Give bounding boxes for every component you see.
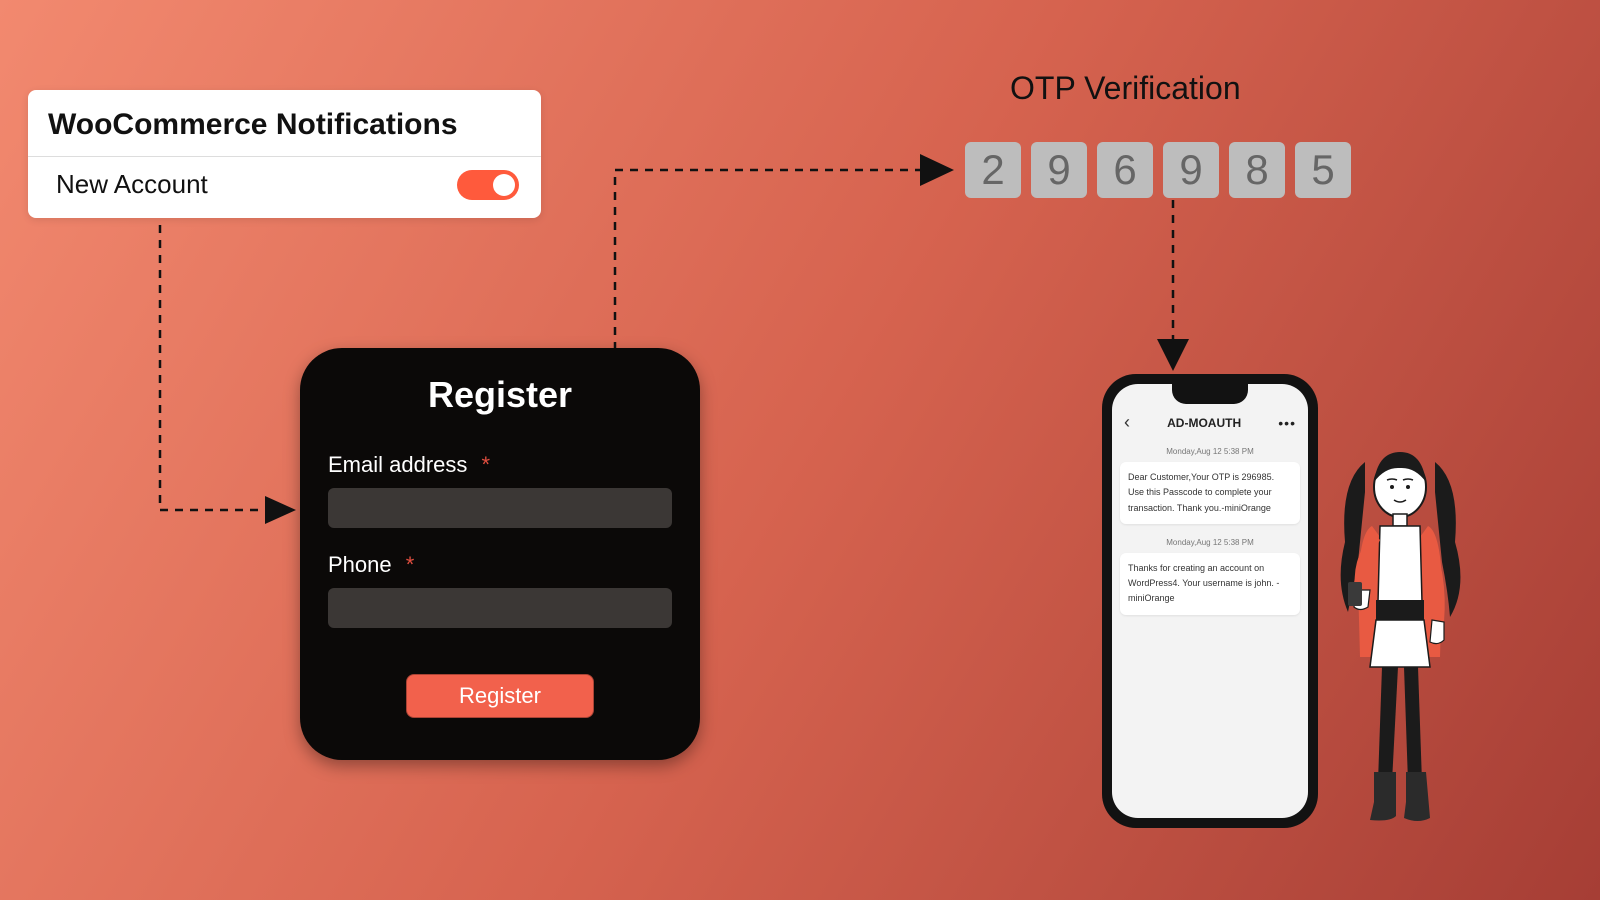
new-account-label: New Account	[56, 169, 208, 200]
sms-message: Thanks for creating an account on WordPr…	[1120, 553, 1300, 615]
phone-label: Phone *	[328, 552, 672, 578]
sms-sender: AD-MOAUTH	[1167, 416, 1241, 430]
notifications-title: WooCommerce Notifications	[28, 90, 541, 156]
email-field[interactable]	[328, 488, 672, 528]
more-icon[interactable]: •••	[1278, 415, 1296, 431]
otp-digits-row: 2 9 6 9 8 5	[965, 142, 1351, 198]
otp-digit: 2	[965, 142, 1021, 198]
phone-device: ‹ AD-MOAUTH ••• Monday,Aug 12 5:38 PM De…	[1102, 374, 1318, 828]
toggle-knob	[493, 174, 515, 196]
otp-verification-title: OTP Verification	[1010, 70, 1241, 107]
otp-digit: 5	[1295, 142, 1351, 198]
register-button[interactable]: Register	[406, 674, 594, 718]
email-label-text: Email address	[328, 452, 467, 477]
new-account-toggle[interactable]	[457, 170, 519, 200]
sms-timestamp: Monday,Aug 12 5:38 PM	[1120, 538, 1300, 547]
new-account-row: New Account	[28, 157, 541, 218]
otp-digit: 6	[1097, 142, 1153, 198]
required-marker: *	[406, 552, 415, 577]
woocommerce-notifications-card: WooCommerce Notifications New Account	[28, 90, 541, 218]
phone-field[interactable]	[328, 588, 672, 628]
register-title: Register	[328, 374, 672, 416]
sms-message: Dear Customer,Your OTP is 296985. Use th…	[1120, 462, 1300, 524]
phone-notch	[1172, 384, 1248, 404]
email-label: Email address *	[328, 452, 672, 478]
otp-digit: 9	[1163, 142, 1219, 198]
required-marker: *	[482, 452, 491, 477]
back-icon[interactable]: ‹	[1124, 412, 1130, 433]
sms-header: ‹ AD-MOAUTH •••	[1120, 412, 1300, 433]
phone-label-text: Phone	[328, 552, 392, 577]
person-illustration	[1330, 442, 1480, 842]
phone-screen: ‹ AD-MOAUTH ••• Monday,Aug 12 5:38 PM De…	[1112, 384, 1308, 818]
register-card: Register Email address * Phone * Registe…	[300, 348, 700, 760]
otp-digit: 9	[1031, 142, 1087, 198]
sms-timestamp: Monday,Aug 12 5:38 PM	[1120, 447, 1300, 456]
otp-digit: 8	[1229, 142, 1285, 198]
